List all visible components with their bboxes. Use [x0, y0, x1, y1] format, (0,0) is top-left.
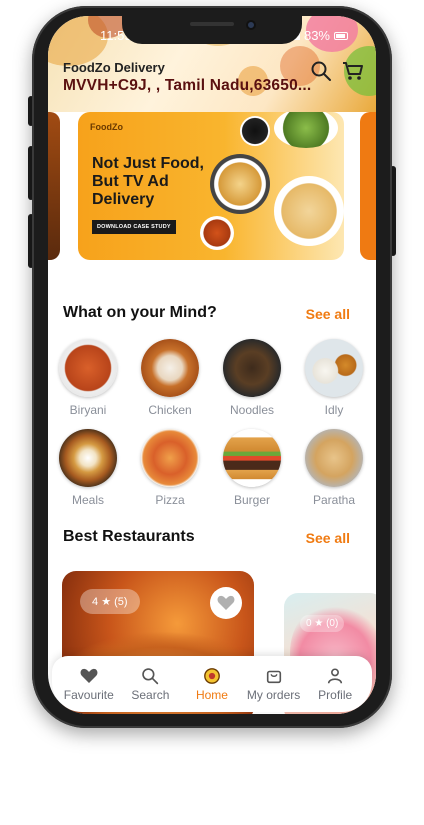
app-title: FoodZo Delivery [63, 60, 165, 75]
category-burger[interactable]: Burger [217, 429, 287, 507]
category-label: Biryani [69, 403, 107, 417]
biryani-image [59, 339, 117, 397]
category-label: Chicken [148, 403, 192, 417]
burger-image [223, 429, 281, 487]
nav-profile[interactable]: Profile [304, 667, 366, 702]
search-icon [142, 667, 159, 684]
category-noodles[interactable]: Noodles [217, 339, 287, 417]
delivery-location[interactable]: MVVH+C9J, , Tamil Nadu,63650... [63, 77, 311, 95]
category-chicken[interactable]: Chicken [135, 339, 205, 417]
curry-bowl-image [200, 216, 234, 250]
section-title-mind: What on your Mind? [63, 304, 217, 321]
chicken-image [141, 339, 199, 397]
salad-bowl-image [274, 112, 338, 148]
download-case-study-button[interactable]: DOWNLOAD CASE STUDY [92, 220, 176, 234]
nav-my-orders[interactable]: My orders [243, 667, 305, 702]
speaker-grille [190, 22, 234, 26]
biryani-plate-image [210, 154, 270, 214]
idly-image [305, 339, 363, 397]
category-label: Pizza [155, 493, 185, 507]
front-camera [246, 20, 256, 30]
rating-count: (0) [326, 618, 339, 629]
star-icon: ★ [314, 618, 324, 629]
battery-icon [334, 31, 348, 40]
nav-label: Profile [318, 687, 353, 702]
banner-logo: FoodZo [90, 122, 123, 132]
battery-level: 83% [303, 28, 330, 43]
promo-banner[interactable]: FoodZo Not Just Food, But TV Ad Delivery… [78, 112, 344, 260]
rating-count: (5) [114, 596, 128, 608]
category-label: Burger [233, 493, 271, 507]
search-icon[interactable] [310, 60, 332, 82]
bag-icon [266, 670, 281, 683]
see-all-categories-link[interactable]: See all [306, 306, 350, 322]
heart-icon [80, 668, 98, 683]
banner-title: Not Just Food, But TV Ad Delivery [92, 155, 204, 208]
noodles-image [223, 339, 281, 397]
person-icon [328, 667, 343, 683]
category-label: Noodles [229, 403, 275, 417]
heart-icon [217, 595, 235, 610]
rating-badge: 0 ★ (0) [300, 615, 345, 632]
phone-notch [122, 14, 302, 44]
dark-bowl-image [240, 116, 270, 146]
next-banner-peek[interactable] [360, 112, 376, 260]
star-icon: ★ [101, 596, 112, 608]
noodles-plate-image [274, 176, 344, 246]
cart-icon[interactable] [342, 60, 364, 82]
category-label: Meals [71, 493, 104, 507]
meals-image [59, 429, 117, 487]
category-paratha[interactable]: Paratha [299, 429, 369, 507]
app-screen: 11:59 4G 83% FoodZo Delivery MVVH+C9J, ,… [48, 16, 376, 714]
nav-favourite[interactable]: Favourite [58, 667, 120, 702]
category-label: Idly [324, 403, 344, 417]
nav-label: Favourite [63, 687, 114, 702]
category-biryani[interactable]: Biryani [53, 339, 123, 417]
favourite-button[interactable] [210, 587, 242, 619]
see-all-restaurants-link[interactable]: See all [306, 530, 350, 546]
promo-carousel[interactable]: FoodZo Not Just Food, But TV Ad Delivery… [48, 112, 376, 262]
category-pizza[interactable]: Pizza [135, 429, 205, 507]
pizza-image [141, 429, 199, 487]
paratha-image [305, 429, 363, 487]
rating-value: 4 [92, 596, 99, 608]
section-title-restaurants: Best Restaurants [63, 528, 195, 545]
category-label: Paratha [312, 493, 356, 507]
nav-search[interactable]: Search [120, 667, 182, 702]
nav-label: Home [195, 687, 228, 702]
rating-badge: 4 ★ (5) [80, 589, 140, 614]
prev-banner-peek[interactable] [48, 112, 60, 260]
category-meals[interactable]: Meals [53, 429, 123, 507]
home-logo-icon [204, 667, 220, 684]
nav-home[interactable]: Home [181, 667, 243, 702]
category-idly[interactable]: Idly [299, 339, 369, 417]
bottom-nav: Favourite Search Home My orders Profile [52, 656, 372, 712]
nav-label: Search [131, 687, 170, 702]
nav-label: My orders [246, 687, 301, 702]
rating-value: 0 [306, 618, 312, 629]
